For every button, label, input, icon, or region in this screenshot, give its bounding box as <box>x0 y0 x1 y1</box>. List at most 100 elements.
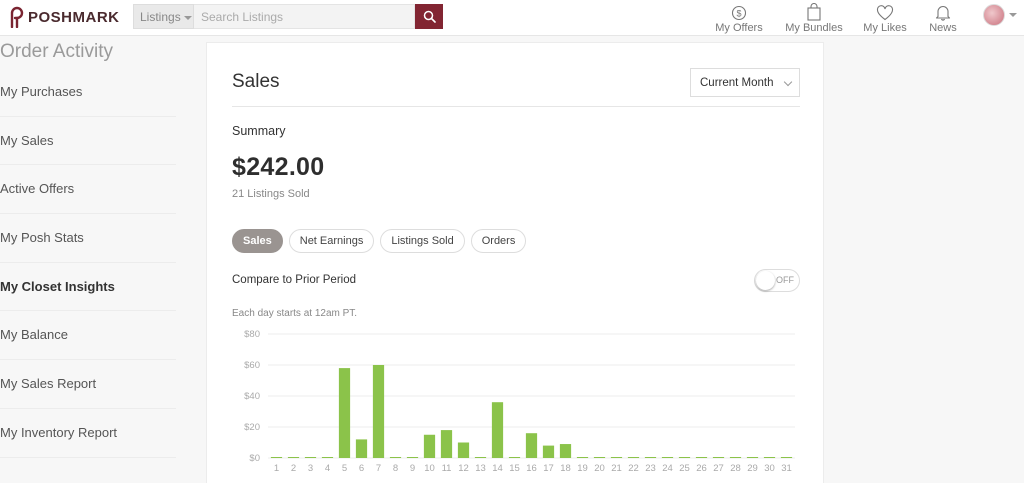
x-tick-label: 14 <box>492 463 503 474</box>
period-selected: Current Month <box>700 76 774 89</box>
x-tick-label: 12 <box>458 463 469 474</box>
toggle-state: OFF <box>776 275 794 285</box>
sidebar-item-my-sales-report[interactable]: My Sales Report <box>0 360 176 409</box>
search-bar: Listings <box>133 4 443 29</box>
x-tick-label: 23 <box>645 463 656 474</box>
chart-bar[interactable] <box>304 457 317 458</box>
svg-text:$: $ <box>736 8 741 18</box>
chart-bar[interactable] <box>678 457 691 458</box>
x-tick-label: 19 <box>577 463 588 474</box>
chart-bar[interactable] <box>440 430 453 458</box>
search-category-dropdown[interactable]: Listings <box>133 4 194 29</box>
chart-bar[interactable] <box>457 442 470 459</box>
search-input[interactable] <box>194 4 415 29</box>
nav-my-likes[interactable]: My Likes <box>862 2 908 34</box>
chart-bar[interactable] <box>559 444 572 458</box>
chart-bar[interactable] <box>627 457 640 458</box>
chart-bar[interactable] <box>610 457 623 458</box>
x-tick-label: 30 <box>764 463 775 474</box>
chart-bar[interactable] <box>525 433 538 458</box>
chart-bar[interactable] <box>712 457 725 458</box>
chart-bar[interactable] <box>508 457 521 458</box>
x-tick-label: 10 <box>424 463 435 474</box>
chart-bar[interactable] <box>644 457 657 458</box>
y-tick-label: $80 <box>244 329 260 340</box>
chart-bar[interactable] <box>542 445 555 458</box>
tab-listings-sold[interactable]: Listings Sold <box>380 229 465 253</box>
sidebar-item-my-posh-stats[interactable]: My Posh Stats <box>0 214 176 263</box>
x-tick-label: 1 <box>274 463 279 474</box>
top-header: POSHMARK Listings $ My Offers My Bundles <box>0 0 1024 36</box>
y-tick-label: $0 <box>249 453 260 464</box>
chart-bar[interactable] <box>372 365 385 458</box>
account-menu[interactable] <box>983 4 1017 26</box>
chart-bar[interactable] <box>355 439 368 458</box>
offers-icon: $ <box>731 5 747 21</box>
chevron-down-icon <box>783 77 793 87</box>
x-tick-label: 24 <box>662 463 673 474</box>
logo-text: POSHMARK <box>28 8 120 26</box>
chart-bar[interactable] <box>763 457 776 458</box>
nav-label: News <box>929 22 957 34</box>
x-tick-label: 21 <box>611 463 622 474</box>
search-category-label: Listings <box>140 9 181 24</box>
tab-net-earnings[interactable]: Net Earnings <box>288 229 375 253</box>
chart-bar[interactable] <box>423 434 436 458</box>
nav-label: My Likes <box>863 22 907 34</box>
sidebar: Order Activity My Purchases My Sales Act… <box>0 36 176 458</box>
sidebar-item-my-inventory-report[interactable]: My Inventory Report <box>0 409 176 458</box>
sales-amount: $242.00 <box>232 153 325 181</box>
timezone-note: Each day starts at 12am PT. <box>232 308 358 319</box>
chart-bar[interactable] <box>661 457 674 458</box>
chart-bar[interactable] <box>270 457 283 458</box>
chart-bar[interactable] <box>321 457 334 458</box>
x-tick-label: 18 <box>560 463 571 474</box>
page-title: Sales <box>232 71 280 92</box>
x-tick-label: 2 <box>291 463 296 474</box>
chart-bar[interactable] <box>593 457 606 458</box>
x-tick-label: 29 <box>747 463 758 474</box>
chart-bar[interactable] <box>389 457 402 458</box>
compare-label: Compare to Prior Period <box>232 274 356 286</box>
poshmark-logo[interactable]: POSHMARK <box>6 6 120 28</box>
x-tick-label: 13 <box>475 463 486 474</box>
period-dropdown[interactable]: Current Month <box>690 68 800 97</box>
chart-bar[interactable] <box>287 457 300 458</box>
right-blank-area <box>824 36 1024 483</box>
chart-bar[interactable] <box>576 457 589 458</box>
divider <box>232 106 800 107</box>
x-tick-label: 7 <box>376 463 381 474</box>
sidebar-item-my-balance[interactable]: My Balance <box>0 311 176 361</box>
nav-my-bundles[interactable]: My Bundles <box>784 2 844 34</box>
search-button[interactable] <box>415 4 443 29</box>
x-tick-label: 22 <box>628 463 639 474</box>
sidebar-item-my-sales[interactable]: My Sales <box>0 117 176 166</box>
listings-sold-count: 21 Listings Sold <box>232 188 310 200</box>
x-tick-label: 28 <box>730 463 741 474</box>
chart-bar[interactable] <box>695 457 708 458</box>
sidebar-item-my-closet-insights[interactable]: My Closet Insights <box>0 263 176 312</box>
toggle-knob <box>756 271 775 290</box>
sidebar-item-active-offers[interactable]: Active Offers <box>0 165 176 215</box>
chart-bar[interactable] <box>406 457 419 458</box>
chart-bar[interactable] <box>491 402 504 458</box>
chart-bar[interactable] <box>474 457 487 458</box>
nav-label: My Offers <box>715 22 763 34</box>
chart-bar[interactable] <box>729 457 742 458</box>
chart-bar[interactable] <box>338 368 351 458</box>
sidebar-item-my-purchases[interactable]: My Purchases <box>0 68 176 117</box>
compare-toggle[interactable]: OFF <box>754 269 800 292</box>
bundle-icon <box>807 3 821 21</box>
sales-chart: $0$20$40$60$801 2 3 4 5 6 7 8 9 10 11 12 13 14 15 16 17 1… <box>244 329 795 474</box>
y-tick-label: $40 <box>244 391 260 402</box>
x-tick-label: 26 <box>696 463 707 474</box>
tab-orders[interactable]: Orders <box>470 229 527 253</box>
chart-bar[interactable] <box>780 457 793 458</box>
x-tick-label: 27 <box>713 463 724 474</box>
nav-news[interactable]: News <box>926 2 960 34</box>
tab-sales[interactable]: Sales <box>232 229 283 253</box>
nav-my-offers[interactable]: $ My Offers <box>715 2 763 34</box>
summary-label: Summary <box>232 124 286 138</box>
chart-bar[interactable] <box>746 457 759 458</box>
poshmark-logo-icon <box>10 6 24 28</box>
